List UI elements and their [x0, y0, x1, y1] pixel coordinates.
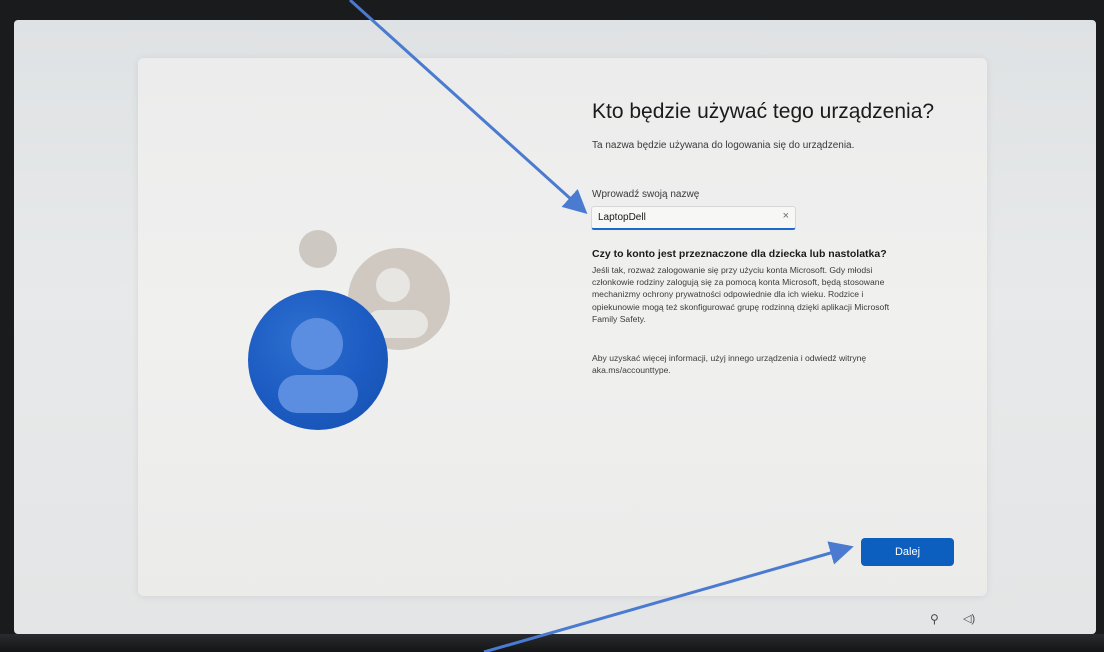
child-account-line: Jeśli tak, rozważ zalogowanie się przy u…	[592, 265, 873, 275]
more-info-text: Aby uzyskać więcej informacji, użyj inne…	[592, 352, 942, 376]
child-account-text: Jeśli tak, rozważ zalogowanie się przy u…	[592, 264, 942, 325]
primary-user-head	[291, 318, 343, 370]
child-account-line: Family Safety.	[592, 313, 646, 324]
monitor-bezel	[0, 634, 1104, 652]
secondary-user-head	[376, 268, 410, 302]
child-account-line: członkowie rodziny zalogują się za pomoc…	[592, 277, 885, 288]
more-info-line: Aby uzyskać więcej informacji, użyj inne…	[592, 353, 867, 363]
decorative-dot	[299, 230, 337, 268]
page-title: Kto będzie używać tego urządzenia?	[592, 100, 935, 123]
name-field-label: Wprowadź swoją nazwę	[592, 189, 700, 200]
child-account-heading: Czy to konto jest przeznaczone dla dziec…	[592, 248, 887, 260]
accessibility-icon[interactable]: ⚲	[930, 612, 939, 626]
more-info-line: aka.ms/accounttype.	[592, 365, 671, 376]
name-input[interactable]	[598, 212, 768, 223]
volume-icon[interactable]: ◁)	[963, 612, 975, 625]
name-input-container[interactable]: ×	[591, 206, 796, 230]
next-button[interactable]: Dalej	[861, 538, 954, 566]
primary-user-body	[278, 375, 358, 413]
page-subtitle: Ta nazwa będzie używana do logowania się…	[592, 140, 855, 151]
user-illustration	[248, 230, 450, 430]
clear-icon[interactable]: ×	[783, 210, 789, 222]
child-account-line: opiekunowie mogą też skonfigurować grupę…	[592, 301, 890, 312]
child-account-line: mechanizmy ochrony prywatności odpowiedn…	[592, 289, 864, 300]
